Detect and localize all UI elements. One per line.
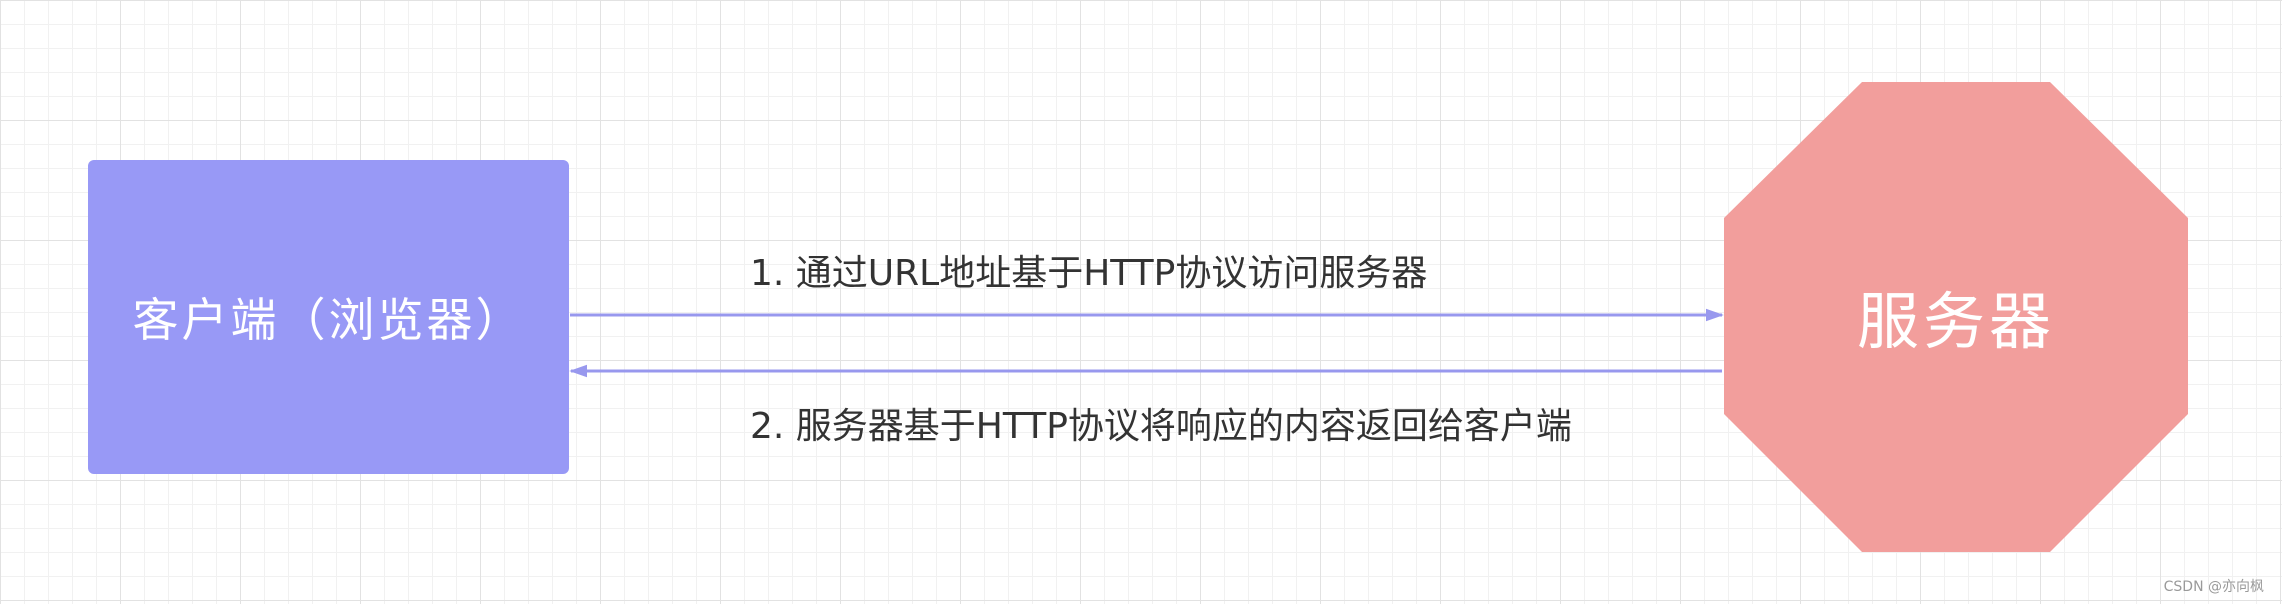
client-node[interactable]: 客户端（浏览器） bbox=[88, 160, 569, 474]
request-edge-label: 1. 通过URL地址基于HTTP协议访问服务器 bbox=[750, 253, 1428, 294]
client-label: 客户端（浏览器） bbox=[132, 293, 525, 347]
response-edge-label: 2. 服务器基于HTTP协议将响应的内容返回给客户端 bbox=[750, 406, 1572, 447]
server-label: 服务器 bbox=[1856, 285, 2055, 358]
watermark: CSDN @亦向枫 bbox=[2163, 579, 2264, 595]
